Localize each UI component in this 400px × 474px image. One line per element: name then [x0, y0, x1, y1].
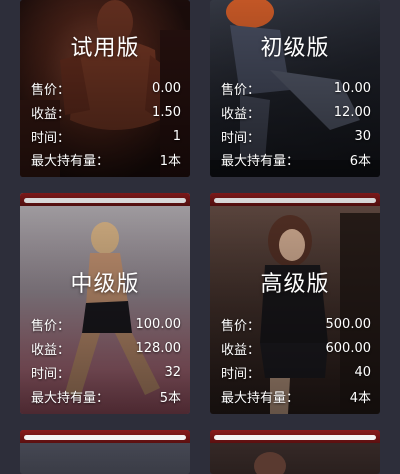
price-row: 售价： 100.00	[31, 314, 181, 334]
plan-title: 初级版	[260, 36, 330, 61]
max-hold-value: 4本	[349, 390, 371, 406]
max-hold-label: 最大持有量：	[31, 390, 110, 406]
time-row: 时间： 1	[31, 126, 181, 146]
plan-title: 中级版	[70, 272, 140, 297]
profit-label: 收益：	[31, 106, 71, 122]
max-hold-value: 5本	[159, 390, 181, 406]
max-hold-row: 最大持有量： 5本	[31, 386, 181, 406]
price-label: 售价：	[221, 82, 261, 98]
time-label: 时间：	[221, 130, 261, 146]
time-value: 32	[164, 364, 181, 380]
plan-card-next-right[interactable]	[210, 430, 380, 474]
profit-row: 收益： 128.00	[31, 338, 181, 358]
max-hold-label: 最大持有量：	[221, 390, 300, 406]
time-label: 时间：	[221, 366, 261, 382]
plan-card-trial[interactable]: 试用版 售价： 0.00 收益： 1.50 时间： 1 最大持有量： 1本	[20, 0, 190, 177]
price-label: 售价：	[31, 82, 71, 98]
profit-label: 收益：	[31, 342, 71, 358]
athlete-figure	[254, 452, 286, 474]
max-hold-value: 1本	[159, 153, 181, 169]
price-value: 0.00	[152, 80, 181, 96]
price-row: 售价： 500.00	[221, 314, 371, 334]
time-value: 30	[354, 128, 371, 144]
time-value: 1	[172, 128, 181, 144]
price-value: 10.00	[333, 80, 371, 96]
time-value: 40	[354, 364, 371, 380]
price-value: 100.00	[135, 316, 182, 332]
price-label: 售价：	[31, 318, 71, 334]
max-hold-row: 最大持有量： 6本	[221, 149, 371, 169]
max-hold-row: 最大持有量： 4本	[221, 386, 371, 406]
plan-card-beginner[interactable]: 初级版 售价： 10.00 收益： 12.00 时间： 30 最大持有量： 6本	[210, 0, 380, 177]
profit-value: 128.00	[135, 340, 182, 356]
card-top-tab	[20, 430, 190, 443]
time-row: 时间： 40	[221, 362, 371, 382]
profit-label: 收益：	[221, 342, 261, 358]
price-value: 500.00	[325, 316, 372, 332]
time-label: 时间：	[31, 366, 71, 382]
plan-title: 高级版	[260, 272, 330, 297]
plan-title: 试用版	[70, 36, 140, 61]
plan-card-intermediate[interactable]: 中级版 售价： 100.00 收益： 128.00 时间： 32 最大持有量： 5本	[20, 193, 190, 414]
price-label: 售价：	[221, 318, 261, 334]
max-hold-row: 最大持有量： 1本	[31, 149, 181, 169]
profit-row: 收益： 600.00	[221, 338, 371, 358]
price-row: 售价： 10.00	[221, 78, 371, 98]
max-hold-value: 6本	[349, 153, 371, 169]
time-label: 时间：	[31, 130, 71, 146]
max-hold-label: 最大持有量：	[31, 153, 110, 169]
time-row: 时间： 30	[221, 126, 371, 146]
profit-value: 12.00	[333, 104, 371, 120]
time-row: 时间： 32	[31, 362, 181, 382]
profit-row: 收益： 12.00	[221, 102, 371, 122]
plan-card-next-left[interactable]	[20, 430, 190, 474]
profit-value: 600.00	[325, 340, 372, 356]
profit-row: 收益： 1.50	[31, 102, 181, 122]
profit-label: 收益：	[221, 106, 261, 122]
profit-value: 1.50	[152, 104, 181, 120]
price-row: 售价： 0.00	[31, 78, 181, 98]
max-hold-label: 最大持有量：	[221, 153, 300, 169]
plan-card-advanced[interactable]: 高级版 售价： 500.00 收益： 600.00 时间： 40 最大持有量： 4本	[210, 193, 380, 414]
